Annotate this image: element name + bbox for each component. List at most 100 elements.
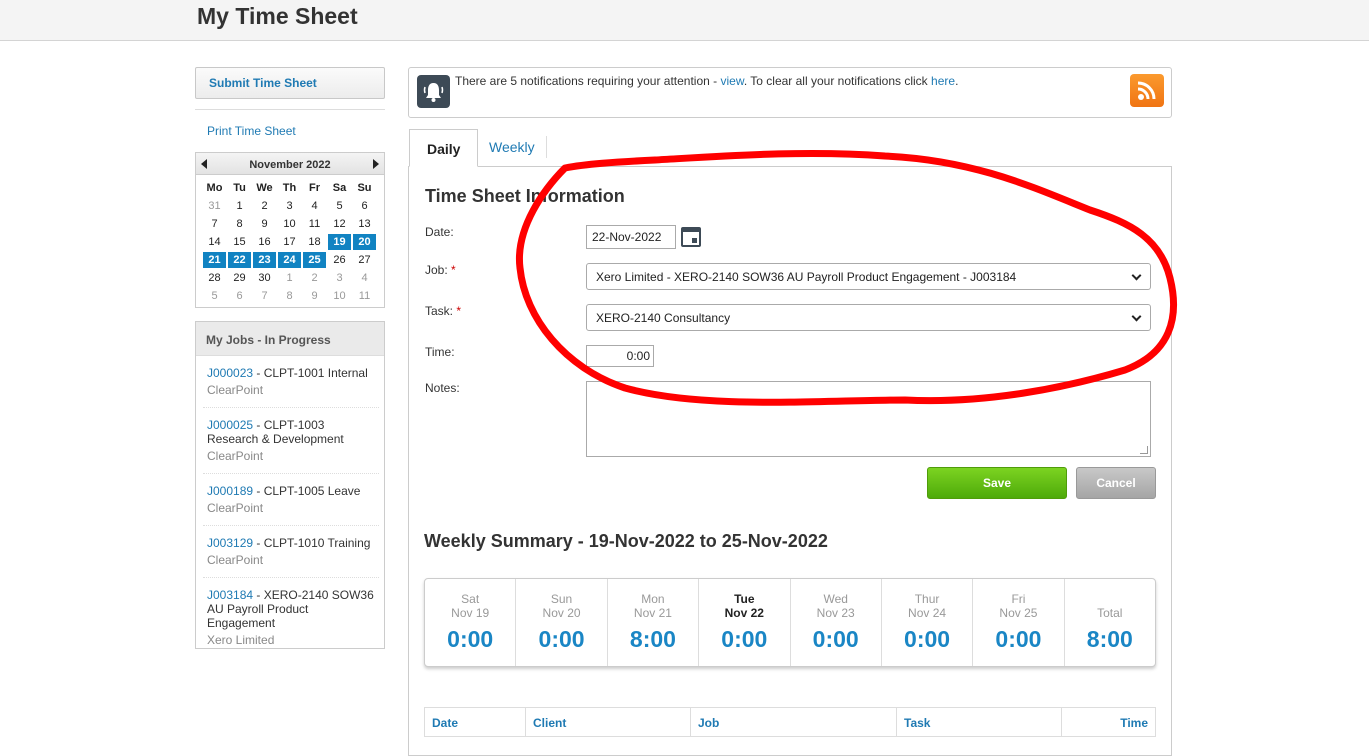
calendar-day[interactable]: 30 [253, 270, 276, 286]
calendar-day[interactable]: 8 [228, 216, 251, 232]
calendar-day[interactable]: 7 [253, 288, 276, 304]
calendar-day[interactable]: 11 [353, 288, 376, 304]
calendar-month: November 2022 [249, 159, 331, 171]
column-header-client[interactable]: Client [526, 708, 691, 736]
submit-time-sheet-button[interactable]: Submit Time Sheet [195, 67, 385, 99]
weekly-day-date: Nov 24 [908, 606, 947, 620]
weekly-day-hours: 0:00 [538, 626, 585, 652]
view-notifications-link[interactable]: view [720, 74, 743, 88]
job-code-link[interactable]: J000023 [207, 366, 253, 380]
cancel-button[interactable]: Cancel [1076, 467, 1156, 499]
calendar-weekday: Fr [309, 182, 320, 194]
calendar-weekday: We [256, 182, 273, 194]
calendar-day[interactable]: 24 [278, 252, 301, 268]
calendar-day[interactable]: 16 [253, 234, 276, 250]
section-title: Time Sheet Information [425, 186, 625, 206]
column-header-task[interactable]: Task [897, 708, 1062, 736]
calendar-weekday: Tu [233, 182, 246, 194]
calendar-day[interactable]: 13 [353, 216, 376, 232]
calendar-day[interactable]: 4 [303, 198, 326, 214]
calendar-day[interactable]: 28 [203, 270, 226, 286]
weekly-day-cell[interactable]: Sun Nov 20 0:00 [516, 579, 608, 666]
weekly-day-cell[interactable]: Wed Nov 23 0:00 [791, 579, 882, 666]
calendar-day[interactable]: 25 [303, 252, 326, 268]
weekly-day-name [1065, 592, 1155, 606]
notification-text-end: . [955, 74, 959, 88]
weekly-day-cell[interactable]: Fri Nov 25 0:00 [973, 579, 1065, 666]
calendar-day[interactable]: 1 [278, 270, 301, 286]
clear-notifications-link[interactable]: here [931, 74, 955, 88]
job-item: J003184 - XERO-2140 SOW36 AU Payroll Pro… [203, 588, 379, 647]
job-code-link[interactable]: J000025 [207, 418, 253, 432]
calendar-day[interactable]: 27 [353, 252, 376, 268]
weekly-day-cell[interactable]: Mon Nov 21 8:00 [608, 579, 700, 666]
job-code-link[interactable]: J003129 [207, 536, 253, 550]
calendar-day[interactable]: 18 [303, 234, 326, 250]
calendar-day[interactable]: 23 [253, 252, 276, 268]
weekly-day-name: Thur [914, 592, 940, 606]
calendar-day[interactable]: 12 [328, 216, 351, 232]
column-header-job[interactable]: Job [691, 708, 897, 736]
calendar-day[interactable]: 17 [278, 234, 301, 250]
job-client: ClearPoint [207, 501, 264, 515]
calendar-day[interactable]: 11 [303, 216, 326, 232]
column-header-date[interactable]: Date [425, 708, 526, 736]
chevron-down-icon [1131, 270, 1142, 281]
job-item: J000025 - CLPT-1003 Research & Developme… [203, 418, 379, 474]
calendar-day[interactable]: 9 [253, 216, 276, 232]
job-code-link[interactable]: J003184 [207, 588, 253, 602]
calendar-day[interactable]: 20 [353, 234, 376, 250]
weekly-day-cell[interactable]: Total 8:00 [1065, 579, 1155, 666]
date-label: Date: [425, 225, 454, 239]
calendar-weekday: Sa [332, 182, 347, 194]
calendar-day[interactable]: 3 [328, 270, 351, 286]
calendar-day[interactable]: 14 [203, 234, 226, 250]
next-month-icon[interactable] [373, 159, 379, 169]
weekly-day-cell[interactable]: Sat Nov 19 0:00 [425, 579, 517, 666]
job-name: - CLPT-1001 Internal [253, 366, 368, 380]
time-field[interactable]: 0:00 [586, 345, 654, 367]
task-select[interactable]: XERO-2140 Consultancy [586, 304, 1151, 331]
weekly-day-name: Wed [823, 592, 848, 606]
weekly-day-date: Nov 25 [999, 606, 1038, 620]
calendar-day[interactable]: 1 [228, 198, 251, 214]
column-header-time[interactable]: Time [1062, 708, 1155, 736]
job-code-link[interactable]: J000189 [207, 484, 253, 498]
calendar-icon[interactable] [681, 227, 701, 247]
calendar-day[interactable]: 5 [203, 288, 226, 304]
save-button[interactable]: Save [927, 467, 1067, 499]
calendar-day[interactable]: 6 [228, 288, 251, 304]
date-field[interactable]: 22-Nov-2022 [586, 225, 676, 249]
calendar-day[interactable]: 26 [328, 252, 351, 268]
rss-icon[interactable] [1130, 74, 1164, 107]
calendar-day[interactable]: 19 [328, 234, 351, 250]
job-select[interactable]: Xero Limited - XERO-2140 SOW36 AU Payrol… [586, 263, 1151, 290]
calendar-day[interactable]: 6 [353, 198, 376, 214]
notes-field[interactable] [586, 381, 1151, 457]
print-time-sheet-link[interactable]: Print Time Sheet [207, 124, 296, 138]
calendar-day[interactable]: 29 [228, 270, 251, 286]
tab-weekly[interactable]: Weekly [478, 129, 546, 167]
calendar-weekday: Su [357, 182, 372, 194]
weekly-day-cell[interactable]: Thur Nov 24 0:00 [882, 579, 974, 666]
calendar-day[interactable]: 4 [353, 270, 376, 286]
calendar-day[interactable]: 2 [303, 270, 326, 286]
resize-handle-icon[interactable] [1140, 446, 1148, 454]
calendar-day[interactable]: 2 [253, 198, 276, 214]
calendar-day[interactable]: 10 [278, 216, 301, 232]
calendar-day[interactable]: 3 [278, 198, 301, 214]
calendar-day[interactable]: 31 [203, 198, 226, 214]
calendar-day[interactable]: 8 [278, 288, 301, 304]
calendar-day[interactable]: 7 [203, 216, 226, 232]
calendar-day[interactable]: 5 [328, 198, 351, 214]
calendar-day[interactable]: 15 [228, 234, 251, 250]
calendar-day[interactable]: 22 [228, 252, 251, 268]
calendar-day[interactable]: 10 [328, 288, 351, 304]
job-label-text: Job: [425, 263, 448, 277]
calendar-day[interactable]: 21 [203, 252, 226, 268]
required-mark: * [451, 263, 456, 277]
calendar-day[interactable]: 9 [303, 288, 326, 304]
weekly-day-hours: 8:00 [1086, 626, 1133, 652]
tab-daily[interactable]: Daily [409, 129, 478, 167]
weekly-day-cell[interactable]: Tue Nov 22 0:00 [699, 579, 791, 666]
